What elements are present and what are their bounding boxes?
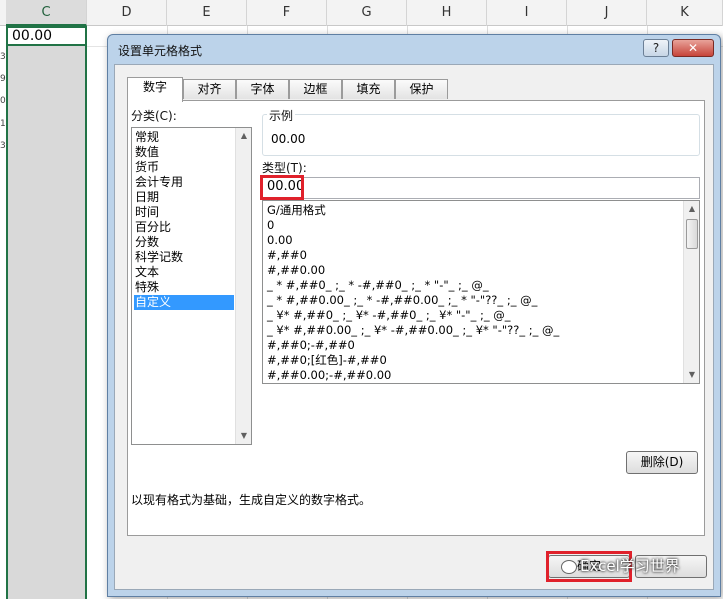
tab-fill[interactable]: 填充 (342, 79, 395, 99)
selected-column-c[interactable] (6, 26, 87, 599)
delete-button[interactable]: 删除(D) (626, 451, 698, 474)
type-label: 类型(T): (262, 161, 307, 175)
wechat-icon (561, 559, 577, 574)
format-item[interactable]: #,##0.00 (267, 263, 325, 278)
tab-number[interactable]: 数字 (127, 77, 183, 102)
scroll-down-icon[interactable]: ▼ (236, 428, 251, 444)
dialog-body: 数字 对齐 字体 边框 填充 保护 分类(C): 常规 数值 货币 会计专用 日… (114, 64, 714, 590)
number-tab-panel: 分类(C): 常规 数值 货币 会计专用 日期 时间 百分比 分数 科学记数 文… (127, 100, 705, 536)
description-text: 以现有格式为基础，生成自定义的数字格式。 (131, 493, 372, 507)
format-item[interactable]: _ ¥* #,##0_ ;_ ¥* -#,##0_ ;_ ¥* "-"_ ;_ … (267, 308, 511, 323)
highlight-box (260, 175, 304, 200)
category-item[interactable]: 常规 (134, 130, 234, 145)
category-item[interactable]: 货币 (134, 160, 234, 175)
format-item[interactable]: #,##0.00;-#,##0.00 (267, 368, 391, 383)
format-item[interactable]: _ * #,##0.00_ ;_ * -#,##0.00_ ;_ * "-"??… (267, 293, 537, 308)
tab-protection[interactable]: 保护 (395, 79, 448, 99)
format-item[interactable]: _ ¥* #,##0.00_ ;_ ¥* -#,##0.00_ ;_ ¥* "-… (267, 323, 559, 338)
column-header-g[interactable]: G (327, 0, 407, 26)
active-cell[interactable]: 00.00 (6, 26, 87, 46)
format-item[interactable]: #,##0;-#,##0 (267, 338, 355, 353)
format-item[interactable]: G/通用格式 (267, 203, 326, 218)
format-item[interactable]: 0 (267, 218, 274, 233)
column-header-bar: C D E F G H I J K (0, 0, 723, 26)
format-item[interactable]: #,##0 (267, 248, 307, 263)
dialog-titlebar[interactable]: 设置单元格格式 ? ✕ (108, 35, 720, 63)
tab-font[interactable]: 字体 (236, 79, 289, 99)
category-item-selected[interactable]: 自定义 (134, 295, 234, 310)
scroll-up-icon[interactable]: ▲ (684, 201, 699, 217)
type-input[interactable]: 00.00 (262, 177, 700, 199)
scroll-up-icon[interactable]: ▲ (236, 128, 251, 144)
format-listbox[interactable]: G/通用格式 0 0.00 #,##0 #,##0.00 _ * #,##0_ … (262, 200, 700, 384)
column-header-d[interactable]: D (87, 0, 167, 26)
sample-group (262, 114, 700, 156)
format-cells-dialog: 设置单元格格式 ? ✕ 数字 对齐 字体 边框 填充 保护 分类(C): 常规 … (107, 34, 721, 597)
format-item[interactable]: 0.00 (267, 233, 293, 248)
category-label: 分类(C): (131, 109, 177, 123)
column-header-j[interactable]: J (567, 0, 647, 26)
scroll-thumb[interactable] (686, 219, 698, 249)
category-item[interactable]: 特殊 (134, 280, 234, 295)
category-item[interactable]: 分数 (134, 235, 234, 250)
tab-alignment[interactable]: 对齐 (183, 79, 236, 99)
help-button[interactable]: ? (643, 39, 669, 57)
category-item[interactable]: 日期 (134, 190, 234, 205)
sample-value: 00.00 (271, 132, 306, 146)
category-item[interactable]: 百分比 (134, 220, 234, 235)
column-header-f[interactable]: F (247, 0, 327, 26)
category-item[interactable]: 文本 (134, 265, 234, 280)
format-item[interactable]: _ * #,##0_ ;_ * -#,##0_ ;_ * "-"_ ;_ @_ (267, 278, 489, 293)
category-item[interactable]: 数值 (134, 145, 234, 160)
column-header-h[interactable]: H (407, 0, 487, 26)
watermark: Excel学习世界 (561, 555, 711, 581)
sample-label: 示例 (267, 107, 296, 124)
close-button[interactable]: ✕ (672, 39, 714, 57)
scroll-down-icon[interactable]: ▼ (684, 367, 699, 383)
dialog-title: 设置单元格格式 (118, 44, 203, 58)
column-header-e[interactable]: E (167, 0, 247, 26)
format-scrollbar[interactable]: ▲ ▼ (683, 201, 699, 383)
category-scrollbar[interactable]: ▲ ▼ (235, 128, 251, 444)
tab-border[interactable]: 边框 (289, 79, 342, 99)
column-header-k[interactable]: K (647, 0, 723, 26)
category-item[interactable]: 时间 (134, 205, 234, 220)
format-item[interactable]: #,##0;[红色]-#,##0 (267, 353, 387, 368)
watermark-text: Excel学习世界 (580, 557, 680, 575)
column-header-c[interactable]: C (6, 0, 87, 26)
column-header-i[interactable]: I (487, 0, 567, 26)
category-item[interactable]: 会计专用 (134, 175, 234, 190)
category-item[interactable]: 科学记数 (134, 250, 234, 265)
category-listbox[interactable]: 常规 数值 货币 会计专用 日期 时间 百分比 分数 科学记数 文本 特殊 自定… (131, 127, 252, 445)
